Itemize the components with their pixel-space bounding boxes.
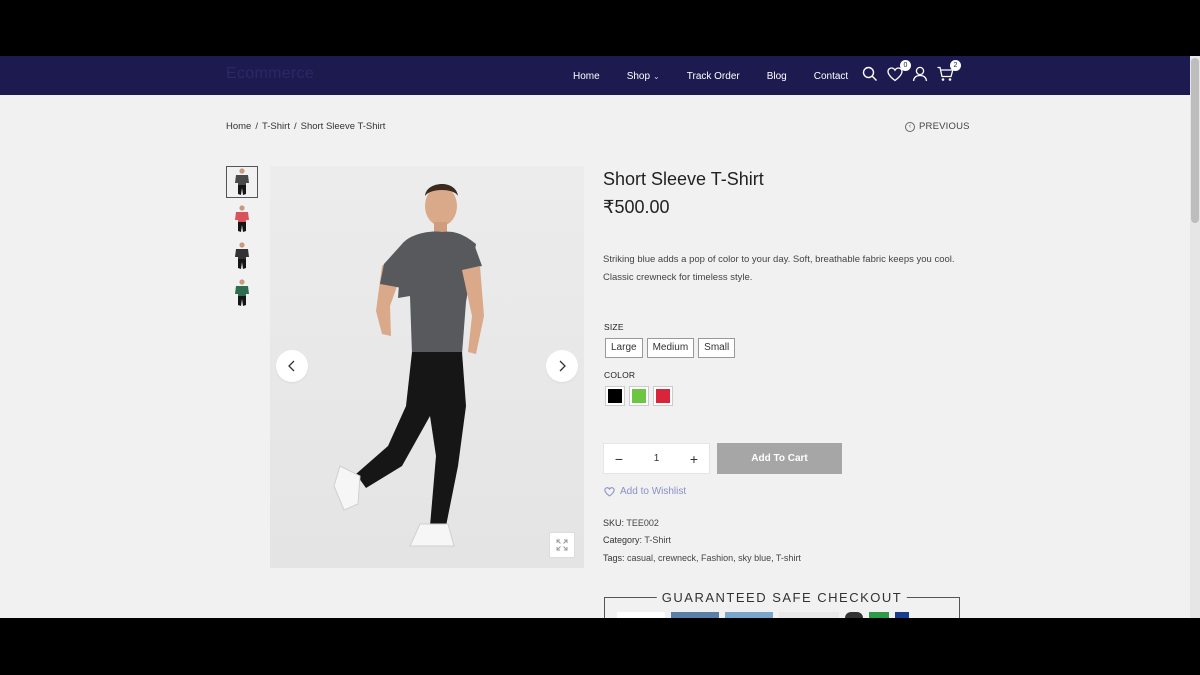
sku-value: TEE002 — [626, 518, 659, 528]
color-label: COLOR — [604, 370, 636, 380]
nav-contact-label: Contact — [813, 70, 849, 82]
add-to-wishlist-link[interactable]: Add to Wishlist — [604, 486, 686, 497]
heart-icon — [604, 486, 615, 497]
thumbnail-image — [235, 242, 249, 269]
previous-label: PREVIOUS — [919, 121, 970, 132]
thumbnail-image — [235, 205, 249, 232]
nav-shop-label: Shop — [626, 70, 651, 82]
color-swatch[interactable] — [629, 386, 649, 406]
color-swatch-fill — [656, 389, 670, 403]
size-option-small[interactable]: Small — [698, 338, 736, 358]
nav-track-order[interactable]: Track Order — [687, 71, 740, 82]
letterbox-top — [0, 0, 1200, 56]
site-logo[interactable]: Ecommerce — [226, 65, 314, 83]
thumbnail-list — [226, 166, 258, 314]
product-sku: SKU: TEE002 — [603, 518, 659, 528]
thumbnail-image — [235, 279, 249, 306]
product-thumbnail[interactable] — [226, 240, 258, 272]
cart-icon[interactable]: 2 — [935, 60, 961, 84]
page-scrollbar[interactable] — [1190, 56, 1200, 618]
color-swatch[interactable] — [653, 386, 673, 406]
product-thumbnail[interactable] — [226, 277, 258, 309]
category-link[interactable]: T-Shirt — [644, 535, 671, 545]
color-swatch-fill — [608, 389, 622, 403]
wishlist-label: Add to Wishlist — [620, 486, 687, 497]
breadcrumb-home[interactable]: Home — [226, 121, 251, 132]
add-to-cart-button[interactable]: Add To Cart — [717, 443, 842, 474]
product-category: Category: T-Shirt — [603, 535, 671, 545]
site-header: Ecommerce Home Shop ⌄ Track Order Blog Co… — [0, 56, 1190, 95]
nav-contact[interactable]: Contact — [814, 71, 848, 82]
heart-icon[interactable]: 0 — [885, 60, 911, 84]
nav-blog[interactable]: Blog — [767, 71, 787, 82]
category-label: Category: — [603, 535, 643, 545]
search-icon[interactable] — [860, 64, 880, 84]
main-nav: Home Shop ⌄ Track Order Blog Contact — [573, 68, 875, 84]
user-icon[interactable] — [910, 64, 930, 84]
nav-blog-label: Blog — [766, 70, 787, 82]
tags-label: Tags: — [603, 553, 625, 563]
letterbox-bottom — [0, 618, 1200, 675]
breadcrumb-separator: / — [255, 121, 258, 132]
tags-links[interactable]: casual, crewneck, Fashion, sky blue, T-s… — [627, 553, 801, 563]
expand-icon[interactable] — [549, 532, 575, 558]
chevron-left-circle-icon: ‹ — [905, 121, 915, 132]
breadcrumb: Home / T-Shirt / Short Sleeve T-Shirt — [226, 121, 389, 132]
thumbnail-image — [235, 168, 249, 195]
breadcrumb-current: Short Sleeve T-Shirt — [300, 121, 386, 132]
product-description: Striking blue adds a pop of color to you… — [603, 254, 955, 283]
cart-count-badge: 2 — [950, 60, 961, 71]
product-model-image — [270, 166, 584, 568]
size-options: Large Medium Small — [605, 338, 739, 358]
safe-checkout-title: GUARANTEED SAFE CHECKOUT — [656, 590, 908, 605]
header-icons: 0 2 — [860, 60, 961, 84]
nav-shop[interactable]: Shop ⌄ — [627, 71, 660, 82]
product-price: ₹500.00 — [603, 197, 670, 217]
quantity-stepper: − 1 + — [603, 443, 710, 474]
size-option-medium[interactable]: Medium — [646, 338, 695, 358]
quantity-value[interactable]: 1 — [654, 453, 660, 464]
safe-checkout-box: GUARANTEED SAFE CHECKOUT — [604, 590, 960, 618]
nav-track-order-label: Track Order — [686, 70, 740, 82]
sku-label: SKU: — [603, 518, 625, 528]
image-prev-arrow[interactable] — [276, 350, 308, 382]
nav-home-label: Home — [573, 70, 600, 82]
color-options — [605, 386, 677, 406]
product-thumbnail[interactable] — [226, 166, 258, 198]
scrollbar-thumb[interactable] — [1191, 58, 1199, 223]
size-label: SIZE — [604, 322, 624, 332]
product-thumbnail[interactable] — [226, 203, 258, 235]
size-option-large[interactable]: Large — [605, 338, 643, 358]
chevron-down-icon: ⌄ — [653, 71, 660, 81]
color-swatch[interactable] — [605, 386, 625, 406]
product-title: Short Sleeve T-Shirt — [603, 169, 764, 189]
color-swatch-fill — [632, 389, 646, 403]
breadcrumb-separator: / — [293, 121, 297, 132]
quantity-increase-button[interactable]: + — [687, 451, 701, 467]
product-tags: Tags: casual, crewneck, Fashion, sky blu… — [603, 553, 801, 563]
previous-product-link[interactable]: ‹ PREVIOUS — [905, 121, 970, 132]
breadcrumb-category[interactable]: T-Shirt — [262, 121, 290, 132]
product-main-image[interactable] — [270, 166, 584, 568]
browser-viewport: Ecommerce Home Shop ⌄ Track Order Blog Co… — [0, 56, 1200, 618]
image-next-arrow[interactable] — [546, 350, 578, 382]
quantity-decrease-button[interactable]: − — [612, 451, 626, 467]
nav-home[interactable]: Home — [573, 71, 600, 82]
